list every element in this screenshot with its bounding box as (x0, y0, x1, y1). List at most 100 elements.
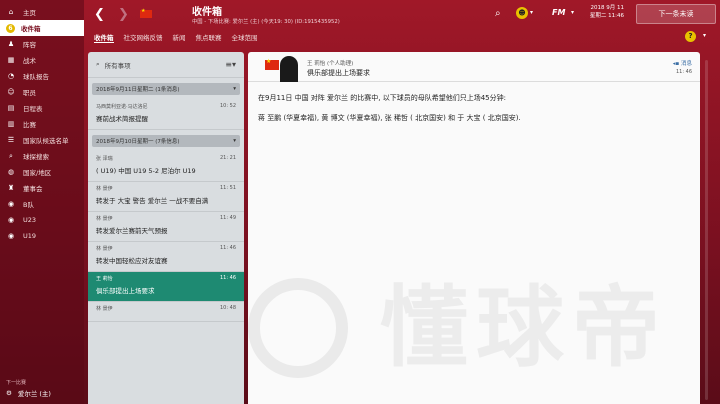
message-time: 11: 49 (220, 215, 236, 221)
sidebar-item-label: 球探搜索 (23, 153, 49, 161)
tab-3[interactable]: 焦点联赛 (196, 32, 222, 43)
calendar-icon: ▤ (7, 104, 15, 112)
fm-logo[interactable]: FM (552, 8, 565, 17)
group-header-label: 2018年9月10日星期一 (7条信息) (96, 139, 180, 145)
list-item[interactable]: 王 莉怡 11: 46 俱乐部提出上场要求 (88, 272, 244, 302)
sidebar-item-calendar[interactable]: ▤ 日程表 (0, 100, 84, 116)
sidebar-item-label: 战术 (23, 57, 36, 65)
chevron-down-icon: ▾ (233, 86, 236, 92)
forward-arrow-icon[interactable]: ❯ (118, 7, 129, 22)
sidebar-item-label: 国家/地区 (23, 169, 52, 177)
list-menu-icon[interactable]: ≡▾ (225, 60, 236, 69)
sidebar-item-inbox[interactable]: 6 收件箱 (0, 20, 84, 36)
message-subject: 转发于 大宝 警告 爱尔兰 一战不要自满 (96, 197, 209, 205)
message-subject: 转发爱尔兰赛前天气预报 (96, 227, 168, 235)
page-title: 收件箱 (192, 7, 222, 18)
tab-4[interactable]: 全球范围 (232, 32, 258, 43)
message-time: 10: 48 (220, 305, 236, 311)
b-team-icon: ◉ (7, 200, 15, 208)
message-group-header[interactable]: 2018年9月11日星期二 (1条消息) ▾ (92, 83, 240, 95)
china-flag-icon (265, 58, 279, 70)
game-date: 2018 9月 11 星期二 11:46 (589, 4, 624, 20)
tag-label: 消息 (680, 61, 692, 67)
sidebar-list: ⌂ 主页 6 收件箱 ♟ 阵容 ▦ 战术 ◔ 球队报告 ☺ 职员 ▤ 日程表 ▥ 比赛 ☰ 国家队候选名单 ⌕ 球探搜… (0, 0, 84, 244)
page-subtitle: 中国 - 下场比赛: 爱尔兰 (主) (今天19: 30) (ID:191543… (192, 19, 340, 25)
message-list-panel: ⌕ 所有事项 ≡▾ 2018年9月11日星期二 (1条消息) ▾ 马西莫利亚诺·马达… (88, 52, 244, 404)
filter-label: 所有事项 (104, 61, 131, 70)
sidebar-item-shortlist[interactable]: ☰ 国家队候选名单 (0, 132, 84, 148)
u23-icon: ◉ (7, 216, 15, 224)
tab-2[interactable]: 新闻 (173, 32, 186, 43)
sidebar-item-label: 国家队候选名单 (23, 137, 69, 145)
message-paragraph: 在9月11日 中国 对阵 爱尔兰 的比赛中, 以下球员的母队希望他们只上场45分… (258, 94, 506, 102)
sidebar-item-tactics[interactable]: ▦ 战术 (0, 52, 84, 68)
list-item[interactable]: 林 景伊 11: 46 转发中国轻松应对友谊赛 (88, 242, 244, 272)
list-item[interactable]: 林 景伊 10: 48 (88, 302, 244, 322)
sidebar-item-b-team[interactable]: ◉ B队 (0, 196, 84, 212)
list-filter[interactable]: ⌕ 所有事项 ≡▾ (88, 52, 244, 78)
sidebar-item-label: 日程表 (23, 105, 43, 113)
sidebar-item-squad[interactable]: ♟ 阵容 (0, 36, 84, 52)
sidebar-item-nation[interactable]: ◍ 国家/地区 (0, 164, 84, 180)
watermark-logo-icon (248, 278, 348, 378)
list-item[interactable]: 张 泽瑞 21: 21 ( U19) 中国 U19 5-2 尼泊尔 U19 (88, 152, 244, 182)
sidebar-item-label: B队 (23, 201, 34, 209)
sidebar-item-staff[interactable]: ☺ 职员 (0, 84, 84, 100)
gear-icon: ⚙ (6, 389, 12, 397)
match-icon: ▥ (7, 120, 15, 128)
message-from: 马西莫利亚诺·马达洛尼 (96, 104, 148, 110)
sidebar-item-u23[interactable]: ◉ U23 (0, 212, 84, 228)
list-item[interactable]: 马西莫利亚诺·马达洛尼 10: 52 赛前战术简报提醒 (88, 100, 244, 130)
message-time: 11: 51 (220, 185, 236, 191)
sidebar-item-match[interactable]: ▥ 比赛 (0, 116, 84, 132)
tab-list: 收件箱 社交网络反馈 新闻 焦点联赛 全球范围 (94, 32, 268, 43)
group-header-label: 2018年9月11日星期二 (1条消息) (96, 87, 180, 93)
club-badge-icon[interactable]: ☻ (516, 7, 528, 19)
search-icon[interactable]: ⌕ (495, 8, 501, 19)
next-match-label: 下一比赛 (6, 380, 27, 386)
home-icon: ⌂ (8, 8, 14, 16)
watermark: 懂球帝 (248, 278, 700, 388)
list-item[interactable]: 林 景伊 11: 49 转发爱尔兰赛前天气预报 (88, 212, 244, 242)
nation-icon: ◍ (7, 168, 15, 176)
tab-0[interactable]: 收件箱 (94, 32, 114, 43)
watermark-text: 懂球帝 (380, 276, 669, 379)
message-subject: 转发中国轻松应对友谊赛 (96, 257, 168, 265)
message-from: 林 景伊 (96, 216, 113, 222)
shortlist-icon: ☰ (7, 136, 15, 144)
message-subject: ( U19) 中国 U19 5-2 尼泊尔 U19 (96, 167, 196, 175)
avatar (280, 56, 298, 82)
message-body: 在9月11日 中国 对阵 爱尔兰 的比赛中, 以下球员的母队希望他们只上场45分… (248, 82, 700, 144)
message-groups: 2018年9月11日星期二 (1条消息) ▾ 马西莫利亚诺·马达洛尼 10: 52 赛前… (88, 83, 244, 322)
sidebar: ⌂ 主页 6 收件箱 ♟ 阵容 ▦ 战术 ◔ 球队报告 ☺ 职员 ▤ 日程表 ▥ 比赛 ☰ 国家队候选名单 ⌕ 球探搜… (0, 0, 84, 404)
message-sender[interactable]: 王 莉怡 (个人助理) (307, 59, 353, 67)
message-tag[interactable]: ◂▪ 消息 (673, 59, 692, 67)
sidebar-item-report[interactable]: ◔ 球队报告 (0, 68, 84, 84)
help-icon[interactable]: ? (685, 31, 696, 42)
message-from: 王 莉怡 (96, 276, 113, 282)
sidebar-item-scouting[interactable]: ⌕ 球探搜索 (0, 148, 84, 164)
squad-icon: ♟ (7, 40, 15, 48)
time-line: 星期二 11:46 (589, 13, 624, 19)
message-group-header[interactable]: 2018年9月10日星期一 (7条信息) ▾ (92, 135, 240, 147)
chevron-down-icon[interactable]: ▾ (703, 32, 706, 39)
sidebar-item-label: 职员 (23, 89, 36, 97)
sidebar-item-u19[interactable]: ◉ U19 (0, 228, 84, 244)
tab-1[interactable]: 社交网络反馈 (124, 32, 163, 43)
list-item[interactable]: 林 景伊 11: 51 转发于 大宝 警告 爱尔兰 一战不要自满 (88, 182, 244, 212)
message-time: 21: 21 (220, 155, 236, 161)
continue-button[interactable]: 下一条未读 (636, 4, 716, 24)
next-match-button[interactable]: ⚙ 爱尔兰 (主) (6, 388, 51, 398)
chevron-down-icon[interactable]: ▾ (571, 9, 574, 16)
sidebar-item-label: 比赛 (23, 121, 36, 129)
report-icon: ◔ (7, 72, 15, 80)
message-paragraph: 蒋 至鹏 (华夏幸福), 黄 博文 (华夏幸福), 张 稀哲 ( 北京国安) 和… (258, 114, 521, 122)
chevron-down-icon[interactable]: ▾ (530, 9, 533, 16)
sidebar-item-board[interactable]: ♜ 董事会 (0, 180, 84, 196)
message-reader: 王 莉怡 (个人助理) 俱乐部提出上场要求 ◂▪ 消息 11: 46 在9月11… (248, 52, 700, 404)
message-time: 11: 46 (220, 275, 236, 281)
back-arrow-icon[interactable]: ❮ (94, 7, 105, 22)
scrollbar[interactable] (705, 60, 708, 400)
sidebar-item-label: 收件箱 (21, 25, 41, 33)
sidebar-item-home[interactable]: ⌂ 主页 (0, 4, 84, 20)
